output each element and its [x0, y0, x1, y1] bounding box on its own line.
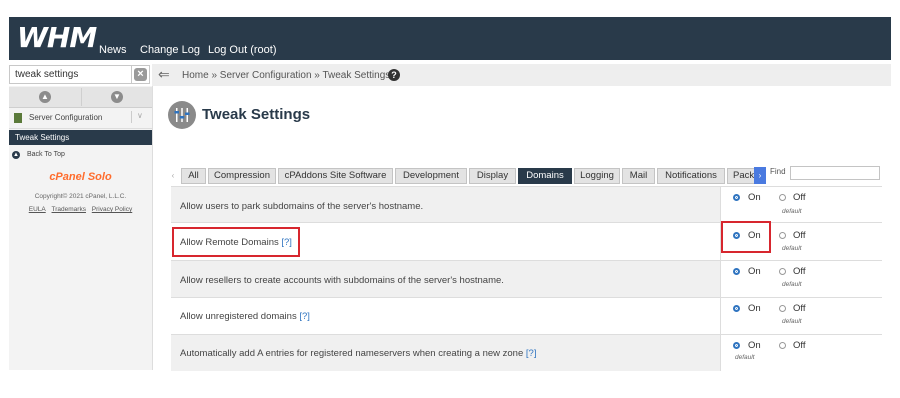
- breadcrumb[interactable]: Home » Server Configuration » Tweak Sett…: [182, 70, 390, 81]
- find-input[interactable]: [790, 166, 880, 180]
- default-indicator: default: [782, 245, 802, 252]
- whm-logo[interactable]: WHM: [17, 22, 97, 54]
- setting-control: On default Off: [720, 335, 882, 371]
- setting-control: On Off default: [720, 187, 882, 222]
- radio-off[interactable]: [779, 305, 786, 312]
- setting-control: On Off default: [720, 298, 882, 334]
- radio-on[interactable]: [733, 194, 740, 201]
- page-title: Tweak Settings: [202, 106, 311, 123]
- help-link[interactable]: [?]: [299, 311, 310, 322]
- help-link[interactable]: [?]: [526, 348, 537, 359]
- setting-label: Automatically add A entries for register…: [180, 348, 537, 359]
- tab-scroll-right-icon[interactable]: ›: [754, 167, 766, 184]
- clear-search-button[interactable]: ×: [131, 65, 150, 84]
- radio-on[interactable]: [733, 342, 740, 349]
- chevron-down-icon[interactable]: ∨: [137, 111, 143, 121]
- default-indicator: default: [735, 354, 755, 361]
- tab-domains[interactable]: Domains: [518, 168, 572, 184]
- radio-on-label[interactable]: On: [748, 341, 761, 351]
- radio-off-label[interactable]: Off: [793, 193, 806, 203]
- sidebar-divider: [81, 88, 82, 106]
- default-indicator: default: [782, 208, 802, 215]
- change-log-link[interactable]: Change Log: [140, 44, 200, 56]
- category-separator: [131, 111, 132, 123]
- scroll-down-icon[interactable]: ▼: [111, 91, 123, 103]
- radio-off[interactable]: [779, 268, 786, 275]
- privacy-policy-link[interactable]: Privacy Policy: [92, 206, 132, 213]
- setting-label: Allow resellers to create accounts with …: [180, 275, 504, 286]
- setting-label: Allow unregistered domains [?]: [180, 311, 310, 322]
- tab-compression[interactable]: Compression: [208, 168, 276, 184]
- tab-display[interactable]: Display: [469, 168, 516, 184]
- radio-off-label[interactable]: Off: [793, 231, 806, 241]
- sidebar-category-label[interactable]: Server Configuration: [29, 113, 102, 122]
- tab-pack[interactable]: Pack: [727, 168, 755, 184]
- news-link[interactable]: News: [99, 44, 127, 56]
- sidebar-search-input[interactable]: [9, 65, 131, 84]
- radio-on[interactable]: [733, 305, 740, 312]
- trademarks-link[interactable]: Trademarks: [52, 206, 86, 213]
- help-icon[interactable]: ?: [388, 69, 400, 81]
- radio-on-label[interactable]: On: [748, 304, 761, 314]
- radio-off[interactable]: [779, 194, 786, 201]
- radio-off[interactable]: [779, 232, 786, 239]
- radio-on-label[interactable]: On: [748, 267, 761, 277]
- back-to-top-icon[interactable]: ▲: [12, 151, 20, 159]
- setting-row: Allow users to park subdomains of the se…: [171, 186, 882, 222]
- sidebar-item-label[interactable]: Tweak Settings: [15, 133, 69, 142]
- tab-cpaddons-site-software[interactable]: cPAddons Site Software: [278, 168, 393, 184]
- setting-control: On Off default: [720, 261, 882, 297]
- default-indicator: default: [782, 318, 802, 325]
- tab-scroll-left-icon[interactable]: ‹: [166, 169, 180, 183]
- logout-link[interactable]: Log Out (root): [208, 44, 276, 56]
- copyright-text: Copyright© 2021 cPanel, L.L.C.: [34, 193, 127, 200]
- setting-row: Allow resellers to create accounts with …: [171, 260, 882, 297]
- radio-off-label[interactable]: Off: [793, 341, 806, 351]
- setting-row: Allow unregistered domains [?] On Off de…: [171, 297, 882, 334]
- tab-logging[interactable]: Logging: [574, 168, 620, 184]
- tab-notifications[interactable]: Notifications: [657, 168, 725, 184]
- clear-icon: ×: [134, 68, 147, 81]
- scroll-up-icon[interactable]: ▲: [39, 91, 51, 103]
- setting-label: Allow users to park subdomains of the se…: [180, 201, 424, 212]
- default-indicator: default: [782, 281, 802, 288]
- radio-off-label[interactable]: Off: [793, 267, 806, 277]
- radio-off-label[interactable]: Off: [793, 304, 806, 314]
- highlight-box-on-option: [721, 221, 771, 253]
- footer-links: EULA Trademarks Privacy Policy: [9, 206, 152, 214]
- find-label: Find: [770, 167, 786, 176]
- radio-on-label[interactable]: On: [748, 193, 761, 203]
- collapse-sidebar-icon[interactable]: ⇐: [158, 67, 170, 81]
- setting-row: Automatically add A entries for register…: [171, 334, 882, 371]
- highlight-box-setting-label: [172, 227, 300, 257]
- radio-off[interactable]: [779, 342, 786, 349]
- cpanel-brand: cPanel Solo: [49, 171, 112, 183]
- tab-mail[interactable]: Mail: [622, 168, 655, 184]
- tab-development[interactable]: Development: [395, 168, 467, 184]
- back-to-top-link[interactable]: Back To Top: [27, 151, 65, 159]
- server-configuration-icon: [14, 113, 22, 123]
- tweak-settings-icon: [168, 101, 196, 129]
- tab-all[interactable]: All: [181, 168, 206, 184]
- radio-on[interactable]: [733, 268, 740, 275]
- eula-link[interactable]: EULA: [29, 206, 46, 213]
